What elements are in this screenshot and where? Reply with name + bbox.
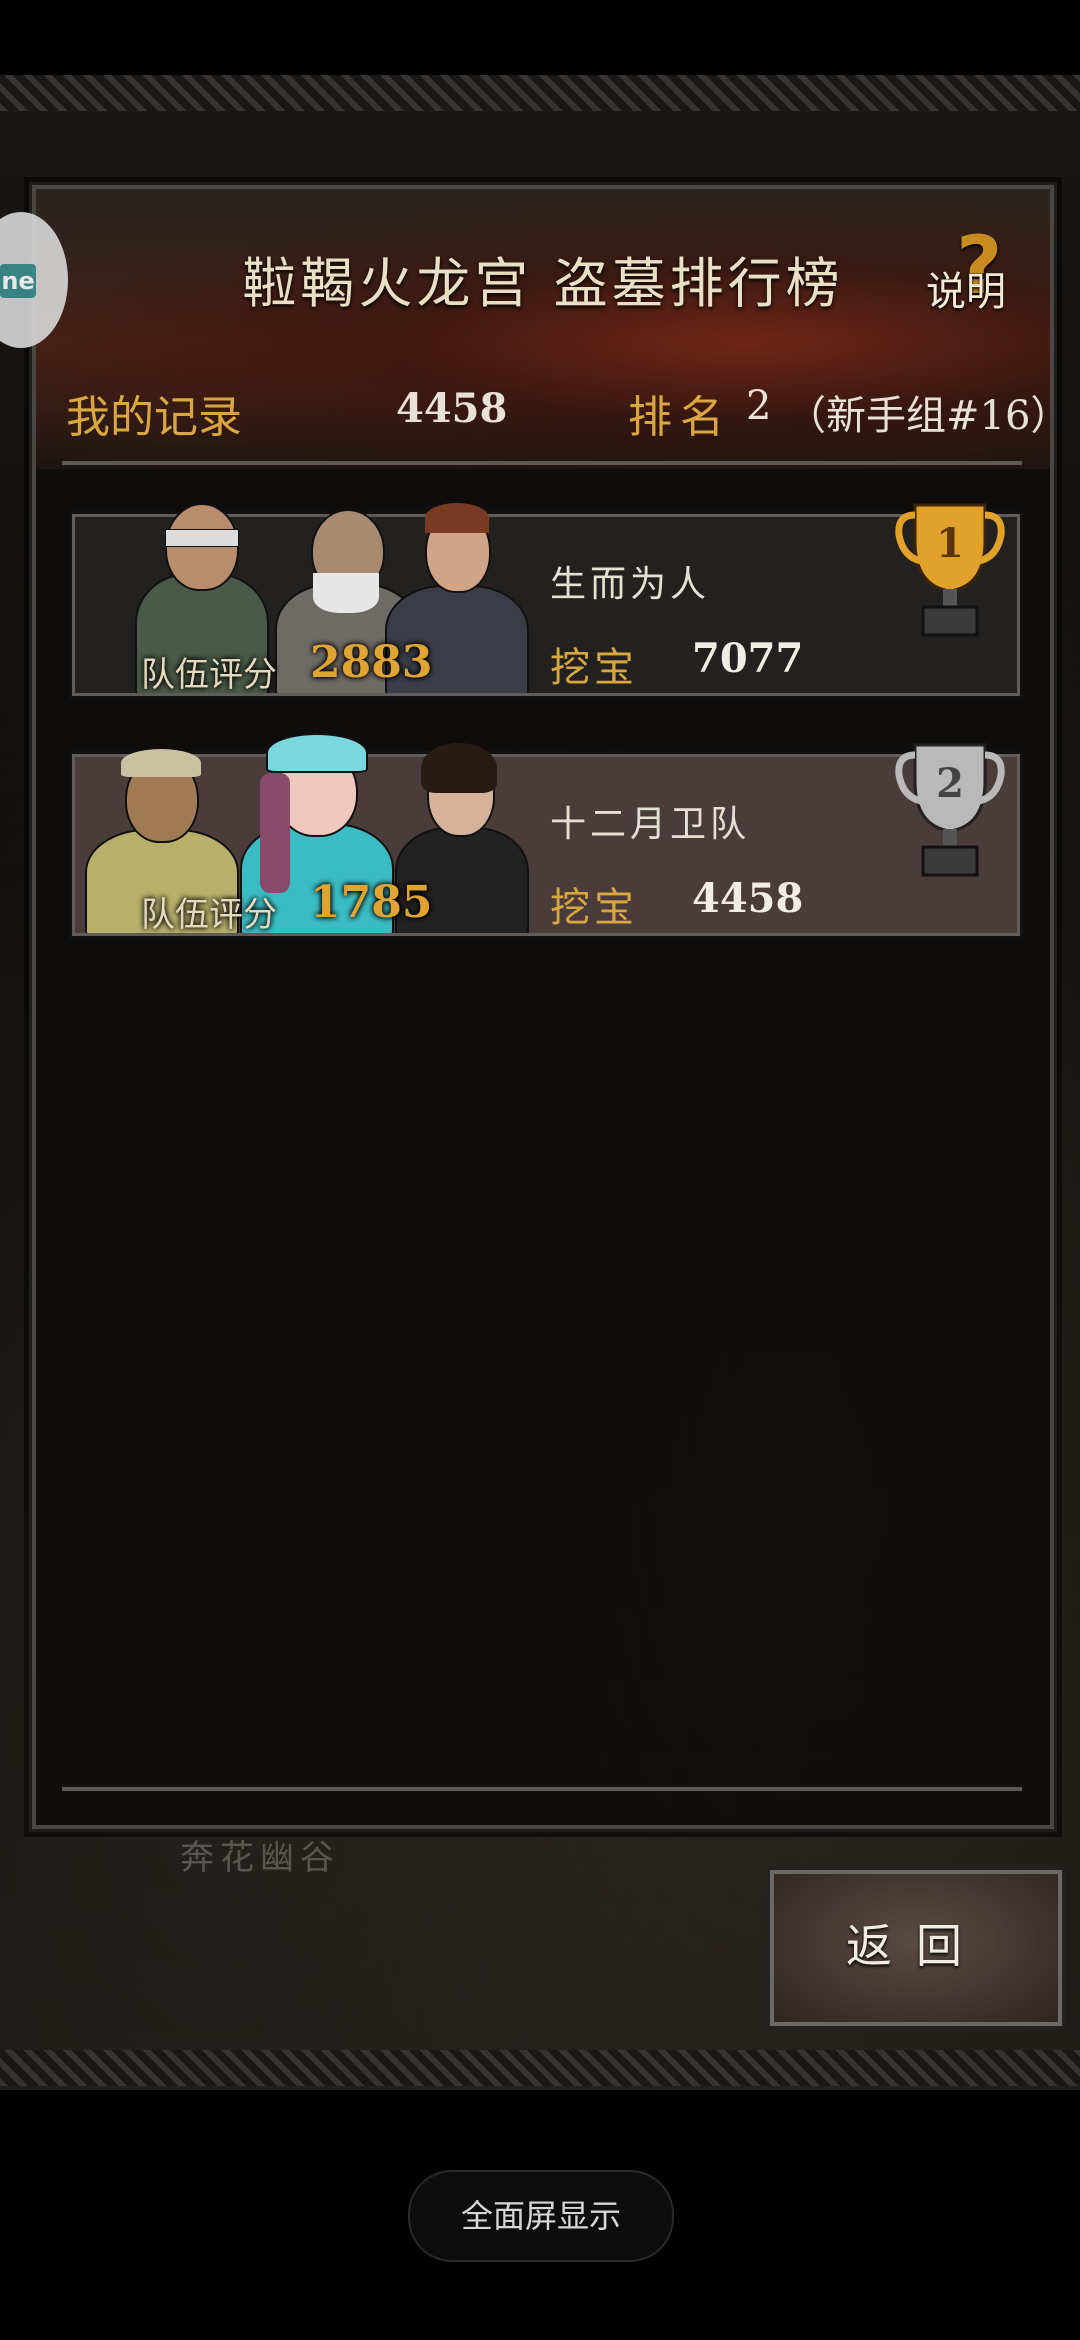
fullscreen-display-button[interactable]: 全面屏显示 [408, 2170, 674, 2262]
rank-label: 排名 [628, 392, 732, 443]
back-button[interactable]: 返回 [767, 1867, 1065, 2029]
top-border [0, 75, 1080, 111]
rank-value: 2 [746, 383, 772, 429]
team-score-value: 2883 [310, 637, 433, 688]
help-button[interactable]: ? 说明 [922, 219, 1032, 317]
team-name: 十二月卫队 [550, 804, 751, 845]
leaderboard-entry-1[interactable]: 队伍评分 2883 生而为人 挖宝 7077 1 [72, 503, 1020, 696]
leaderboard-panel: 鞡鞨火龙宫 盗墓排行榜 ? 说明 我的记录 4458 排名 2 （新手组#16） [29, 182, 1070, 1832]
leaderboard-entry-2[interactable]: 队伍评分 1785 十二月卫队 挖宝 4458 2 [72, 733, 1020, 936]
treasure-label: 挖宝 [550, 645, 638, 691]
team-name: 生而为人 [550, 564, 711, 605]
help-label: 说明 [926, 269, 1006, 315]
silver-trophy-icon: 2 [895, 743, 1005, 877]
map-location-label: 奔花幽谷 [180, 1838, 340, 1878]
team-score-value: 1785 [310, 877, 433, 928]
team-score-label: 队伍评分 [141, 895, 277, 935]
rank-group: （新手组#16） [786, 393, 1071, 439]
trophy-rank-number: 1 [936, 520, 964, 567]
list-bottom-divider [62, 1787, 1022, 1791]
treasure-label: 挖宝 [550, 885, 638, 931]
assistant-icon: ne [0, 264, 36, 298]
my-record-score: 4458 [396, 385, 508, 432]
gold-trophy-icon: 1 [895, 503, 1005, 637]
treasure-value: 7077 [692, 635, 804, 682]
my-record-row: 我的记录 4458 排名 2 （新手组#16） [66, 381, 1070, 443]
my-record-label: 我的记录 [66, 392, 242, 443]
header-divider [62, 461, 1022, 465]
treasure-value: 4458 [692, 875, 804, 922]
team-score-label: 队伍评分 [141, 655, 277, 695]
trophy-rank-number: 2 [936, 760, 964, 807]
leaderboard-title: 鞡鞨火龙宫 盗墓排行榜 [242, 252, 844, 315]
bottom-border [0, 2050, 1080, 2086]
